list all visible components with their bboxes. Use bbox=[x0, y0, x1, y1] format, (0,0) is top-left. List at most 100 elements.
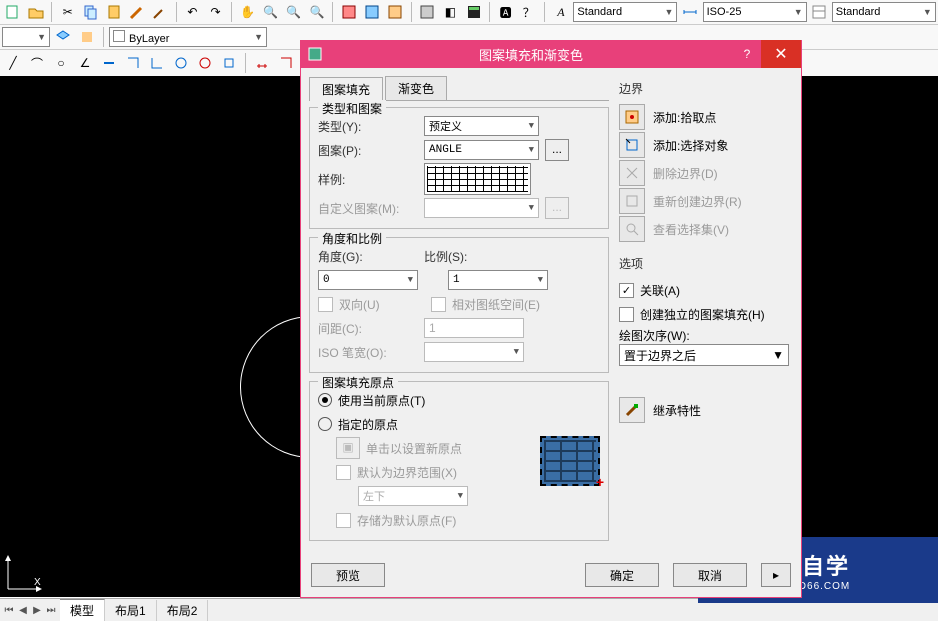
tab-model[interactable]: 模型 bbox=[60, 599, 105, 621]
draw-circle[interactable]: ○ bbox=[50, 52, 72, 74]
tab-hatch[interactable]: 图案填充 bbox=[309, 77, 383, 101]
btn-cancel[interactable]: 取消 bbox=[673, 563, 747, 587]
btn-ok[interactable]: 确定 bbox=[585, 563, 659, 587]
dim-style-dropdown[interactable]: ISO-25▼ bbox=[703, 2, 807, 22]
add-pick-points[interactable]: 添加:拾取点 bbox=[619, 103, 793, 131]
tool-new[interactable] bbox=[2, 1, 23, 23]
lbl-swatch: 样例: bbox=[318, 171, 418, 188]
svg-text:X: X bbox=[34, 577, 41, 588]
draw-7[interactable] bbox=[146, 52, 168, 74]
inherit-properties[interactable]: 继承特性 bbox=[619, 396, 793, 424]
tool-pan[interactable]: ✋ bbox=[237, 1, 258, 23]
tool-zoom-rt[interactable]: 🔍 bbox=[260, 1, 281, 23]
dialog-title: 图案填充和渐变色 bbox=[329, 45, 733, 64]
tool-redo[interactable]: ↷ bbox=[205, 1, 226, 23]
tab-first[interactable]: ⏮ bbox=[2, 605, 16, 616]
chk-paper bbox=[431, 297, 446, 312]
table-style-icon[interactable] bbox=[809, 1, 830, 23]
dialog-help[interactable]: ? bbox=[733, 47, 761, 61]
tool-match[interactable] bbox=[127, 1, 148, 23]
swatch-preview[interactable] bbox=[424, 163, 531, 195]
draw-arc[interactable]: ⌒ bbox=[26, 52, 48, 74]
rt-boundary-title: 边界 bbox=[619, 80, 793, 97]
text-style-dropdown[interactable]: Standard▼ bbox=[573, 2, 677, 22]
lbl-draw-order: 绘图次序(W): bbox=[619, 327, 690, 344]
pick-points-icon bbox=[619, 104, 645, 130]
tool-copy[interactable] bbox=[80, 1, 101, 23]
radio-current-origin[interactable] bbox=[318, 393, 332, 407]
view-selection-icon bbox=[619, 216, 645, 242]
sel-scale[interactable]: 1▼ bbox=[448, 270, 548, 290]
draw-10[interactable] bbox=[218, 52, 240, 74]
group-origin: 图案填充原点 使用当前原点(T) 指定的原点 ▣ 单击以设置新原点 bbox=[309, 381, 609, 541]
tool-calc[interactable] bbox=[463, 1, 484, 23]
draw-line[interactable]: ╱ bbox=[2, 52, 24, 74]
tool-zoom-win[interactable]: 🔍 bbox=[283, 1, 304, 23]
tool-9[interactable]: ◧ bbox=[440, 1, 461, 23]
btn-custom-browse: ... bbox=[545, 197, 569, 219]
draw-9[interactable] bbox=[194, 52, 216, 74]
dialog-titlebar[interactable]: 图案填充和渐变色 ? ✕ bbox=[301, 40, 801, 68]
tool-open[interactable] bbox=[25, 1, 46, 23]
tool-brush[interactable] bbox=[150, 1, 171, 23]
dialog-icon bbox=[301, 46, 329, 62]
tool-undo[interactable]: ↶ bbox=[182, 1, 203, 23]
tool-5[interactable] bbox=[338, 1, 359, 23]
tool-layers-2[interactable] bbox=[76, 26, 98, 48]
ucs-icon: X bbox=[4, 553, 44, 593]
tab-layout2[interactable]: 布局2 bbox=[157, 600, 209, 621]
draw-8[interactable] bbox=[170, 52, 192, 74]
top-toolbar-1: ✂ ↶ ↷ ✋ 🔍 🔍 🔍 ◧ 🅰 ？ A Standard▼ ISO-25▼ … bbox=[0, 0, 938, 25]
tool-palette[interactable]: 🅰 bbox=[495, 1, 516, 23]
tool-6[interactable] bbox=[362, 1, 383, 23]
draw-5[interactable] bbox=[98, 52, 120, 74]
tool-layers-1[interactable] bbox=[52, 26, 74, 48]
draw-angle[interactable]: ∠ bbox=[74, 52, 96, 74]
btn-pattern-browse[interactable]: ... bbox=[545, 139, 569, 161]
tool-help[interactable]: ？ bbox=[518, 1, 539, 23]
dim-style-icon[interactable] bbox=[679, 1, 700, 23]
radio-specified-origin[interactable] bbox=[318, 417, 332, 431]
tool-paste[interactable] bbox=[103, 1, 124, 23]
tab-prev[interactable]: ◀ bbox=[16, 605, 30, 616]
sel-pattern[interactable]: ANGLE▼ bbox=[424, 140, 539, 160]
sel-type[interactable]: 预定义▼ bbox=[424, 116, 539, 136]
chk-double bbox=[318, 297, 333, 312]
chk-independent[interactable] bbox=[619, 307, 634, 322]
dialog-close[interactable]: ✕ bbox=[761, 40, 801, 68]
chk-default-extents bbox=[336, 465, 351, 480]
layer-dropdown[interactable]: ByLayer▼ bbox=[109, 27, 267, 47]
draw-dim-2[interactable] bbox=[275, 52, 297, 74]
tool-zoom-prev[interactable]: 🔍 bbox=[306, 1, 327, 23]
origin-brick-preview: + bbox=[540, 436, 600, 486]
tab-layout1[interactable]: 布局1 bbox=[105, 600, 157, 621]
sel-draw-order[interactable]: 置于边界之后▼ bbox=[619, 344, 789, 366]
chk-store-default bbox=[336, 513, 351, 528]
lbl-custom: 自定义图案(M): bbox=[318, 200, 418, 217]
btn-preview[interactable]: 预览 bbox=[311, 563, 385, 587]
tab-next[interactable]: ▶ bbox=[30, 605, 44, 616]
tool-8[interactable] bbox=[417, 1, 438, 23]
tab-last[interactable]: ⏭ bbox=[44, 605, 58, 616]
inp-spacing: 1 bbox=[424, 318, 524, 338]
text-style-icon[interactable]: A bbox=[550, 1, 571, 23]
lbl-pattern: 图案(P): bbox=[318, 142, 418, 159]
inherit-icon bbox=[619, 397, 645, 423]
draw-dim-1[interactable] bbox=[251, 52, 273, 74]
sel-empty[interactable]: ▼ bbox=[2, 27, 50, 47]
select-objects-icon bbox=[619, 132, 645, 158]
tool-7[interactable] bbox=[385, 1, 406, 23]
btn-set-origin: ▣ bbox=[336, 437, 360, 459]
lbl-scale: 比例(S): bbox=[424, 248, 524, 265]
tab-gradient[interactable]: 渐变色 bbox=[385, 76, 447, 100]
draw-6[interactable] bbox=[122, 52, 144, 74]
sel-angle[interactable]: 0▼ bbox=[318, 270, 418, 290]
table-style-dropdown[interactable]: Standard▼ bbox=[832, 2, 936, 22]
add-select-objects[interactable]: 添加:选择对象 bbox=[619, 131, 793, 159]
sel-penwidth: ▼ bbox=[424, 342, 524, 362]
delete-boundary: 删除边界(D) bbox=[619, 159, 793, 187]
tool-cut[interactable]: ✂ bbox=[57, 1, 78, 23]
chk-assoc[interactable]: ✓ bbox=[619, 283, 634, 298]
btn-expand[interactable]: ▸ bbox=[761, 563, 791, 587]
delete-boundary-icon bbox=[619, 160, 645, 186]
